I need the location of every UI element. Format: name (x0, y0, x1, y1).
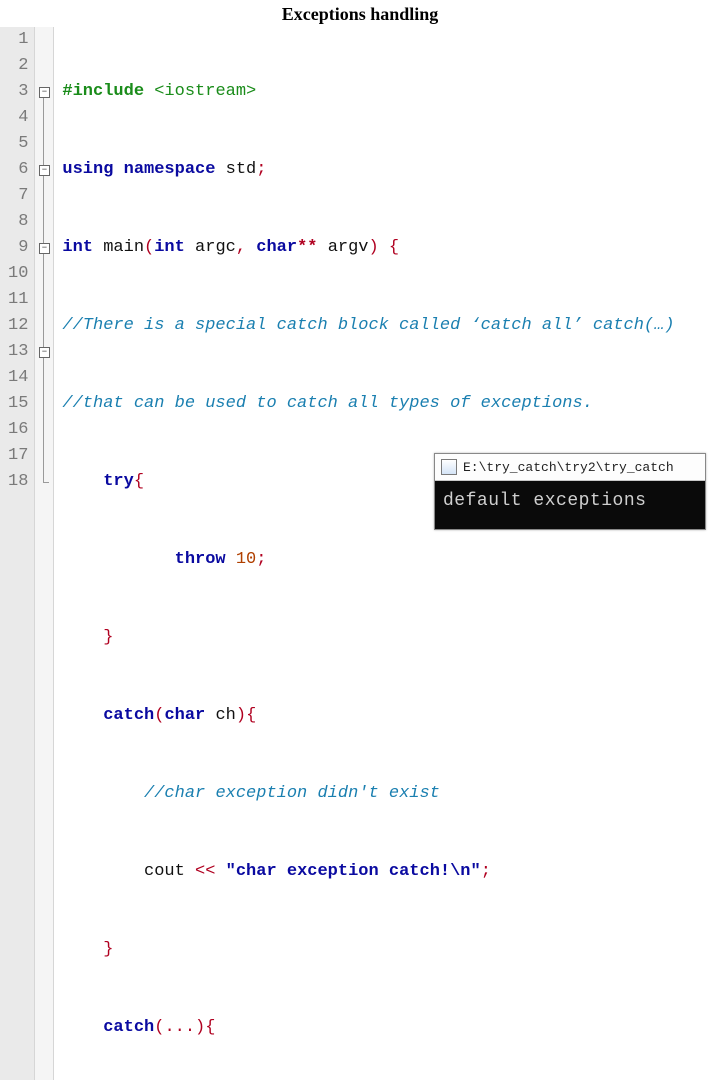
line-number: 4 (8, 105, 28, 131)
code-line: cout << "char exception catch!\n"; (62, 859, 674, 885)
fold-toggle-icon[interactable]: − (39, 243, 50, 254)
code-line: catch(...){ (62, 1015, 674, 1041)
code-line: //char exception didn't exist (62, 781, 674, 807)
app-icon (441, 459, 457, 475)
line-number: 6 (8, 157, 28, 183)
code-area[interactable]: #include <iostream> using namespace std;… (54, 27, 674, 1080)
line-number: 10 (8, 261, 28, 287)
code-line: #include <iostream> (62, 79, 674, 105)
code-line: //There is a special catch block called … (62, 313, 674, 339)
console-window: E:\try_catch\try2\try_catch default exce… (434, 453, 706, 530)
line-number: 2 (8, 53, 28, 79)
console-title: E:\try_catch\try2\try_catch (463, 460, 674, 475)
fold-toggle-icon[interactable]: − (39, 347, 50, 358)
line-number: 13 (8, 339, 28, 365)
page-title: Exceptions handling (0, 0, 720, 27)
line-number: 14 (8, 365, 28, 391)
line-number: 17 (8, 443, 28, 469)
line-number: 3 (8, 79, 28, 105)
code-line: } (62, 937, 674, 963)
fold-toggle-icon[interactable]: − (39, 87, 50, 98)
line-number: 11 (8, 287, 28, 313)
code-editor: 1 2 3 4 5 6 7 8 9 10 11 12 13 14 15 16 1… (0, 27, 720, 1080)
line-number: 1 (8, 27, 28, 53)
code-line: using namespace std; (62, 157, 674, 183)
code-line: throw 10; (62, 547, 674, 573)
line-number: 15 (8, 391, 28, 417)
code-line: } (62, 625, 674, 651)
console-titlebar[interactable]: E:\try_catch\try2\try_catch (435, 454, 705, 481)
line-number-gutter: 1 2 3 4 5 6 7 8 9 10 11 12 13 14 15 16 1… (0, 27, 35, 1080)
fold-gutter: − − − − (35, 27, 54, 1080)
code-line: catch(char ch){ (62, 703, 674, 729)
line-number: 7 (8, 183, 28, 209)
line-number: 5 (8, 131, 28, 157)
fold-toggle-icon[interactable]: − (39, 165, 50, 176)
line-number: 12 (8, 313, 28, 339)
line-number: 18 (8, 469, 28, 495)
line-number: 16 (8, 417, 28, 443)
code-line: //that can be used to catch all types of… (62, 391, 674, 417)
console-output: default exceptions (435, 481, 705, 529)
line-number: 9 (8, 235, 28, 261)
line-number: 8 (8, 209, 28, 235)
code-line: int main(int argc, char** argv) { (62, 235, 674, 261)
